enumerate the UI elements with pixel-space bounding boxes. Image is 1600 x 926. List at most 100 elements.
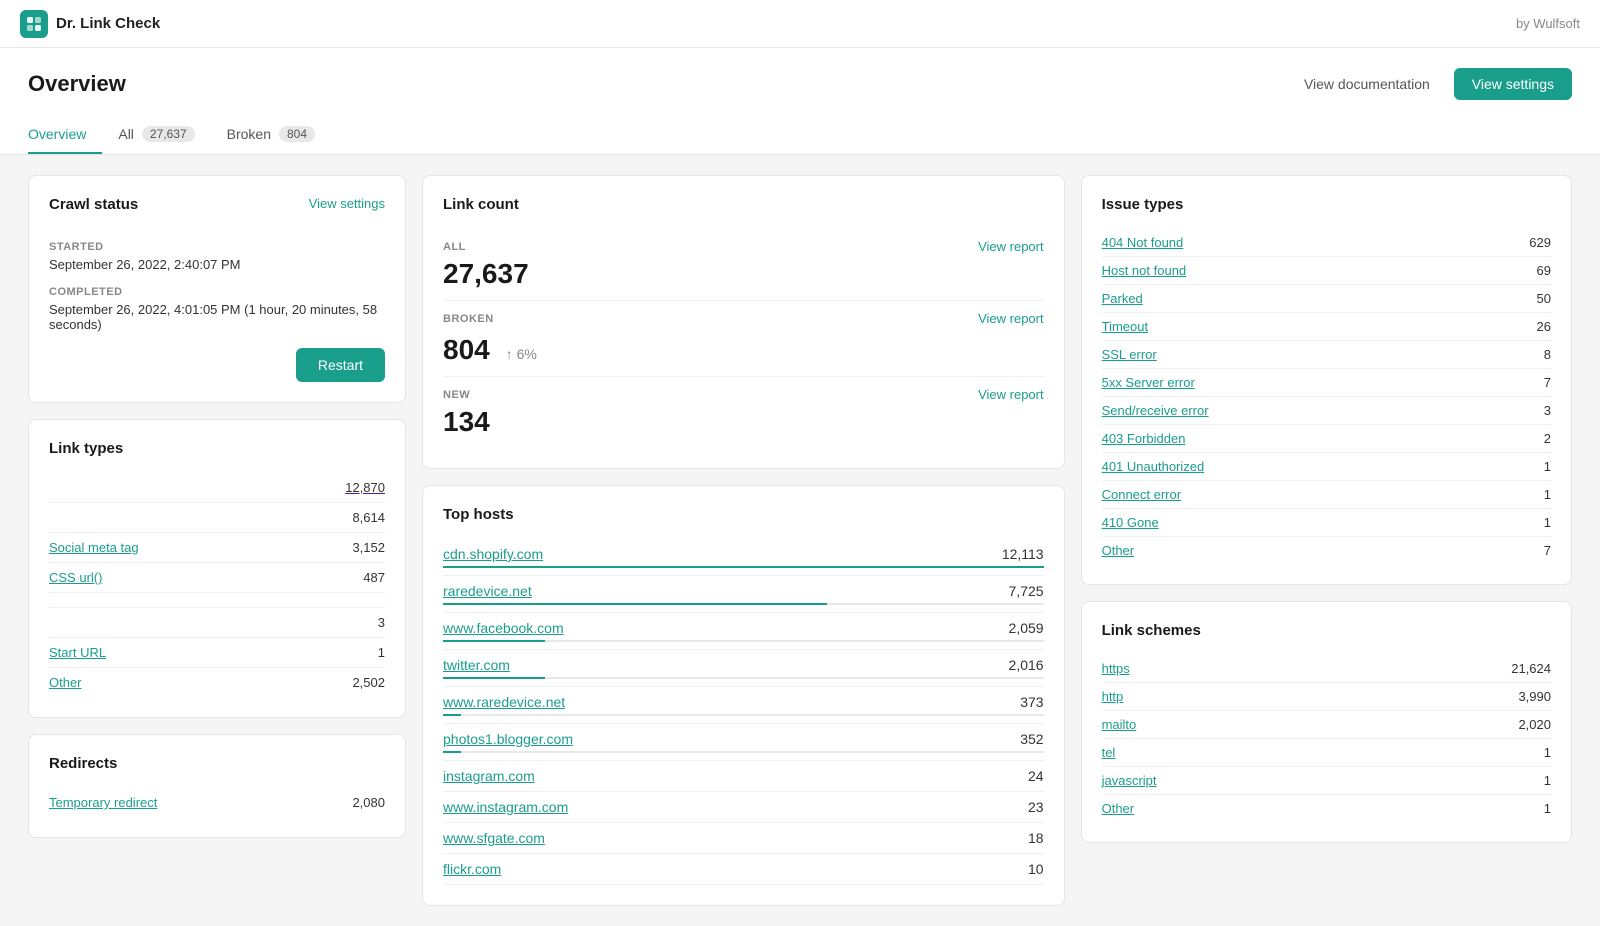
issue-types-card: Issue types 404 Not found 629 Host not f… bbox=[1081, 175, 1572, 585]
issue-item: 410 Gone 1 bbox=[1102, 509, 1551, 537]
tab-broken-badge: 804 bbox=[279, 126, 315, 142]
scheme-item: tel 1 bbox=[1102, 739, 1551, 767]
host-item: twitter.com 2,016 bbox=[443, 650, 1044, 687]
scheme-count: 1 bbox=[1544, 801, 1551, 816]
issue-count: 1 bbox=[1544, 459, 1551, 474]
host-item: photos1.blogger.com 352 bbox=[443, 724, 1044, 761]
link-types-card: Link types 12,870 8,614 Social meta tag … bbox=[28, 419, 406, 718]
app-by: by Wulfsoft bbox=[1516, 16, 1580, 31]
issue-item: Timeout 26 bbox=[1102, 313, 1551, 341]
link-type-item: Start URL 1 bbox=[49, 638, 385, 668]
issue-name[interactable]: 401 Unauthorized bbox=[1102, 459, 1205, 474]
host-name[interactable]: raredevice.net bbox=[443, 583, 532, 599]
issue-name[interactable]: Timeout bbox=[1102, 319, 1148, 334]
issue-item: 403 Forbidden 2 bbox=[1102, 425, 1551, 453]
issue-name[interactable]: Send/receive error bbox=[1102, 403, 1209, 418]
link-type-name[interactable]: Start URL bbox=[49, 645, 106, 660]
host-name[interactable]: instagram.com bbox=[443, 768, 535, 784]
issue-count: 69 bbox=[1537, 263, 1551, 278]
page-header: Overview View documentation View setting… bbox=[0, 48, 1600, 155]
all-value: 27,637 bbox=[443, 258, 1044, 290]
app-name: Dr. Link Check bbox=[56, 15, 160, 32]
host-name[interactable]: www.instagram.com bbox=[443, 799, 568, 815]
issue-count: 8 bbox=[1544, 347, 1551, 362]
issue-name[interactable]: 404 Not found bbox=[1102, 235, 1184, 250]
link-type-count: 487 bbox=[363, 570, 385, 585]
link-schemes-title: Link schemes bbox=[1102, 622, 1551, 639]
link-type-name[interactable]: CSS url() bbox=[49, 570, 102, 585]
scheme-name[interactable]: mailto bbox=[1102, 717, 1137, 732]
host-count: 12,113 bbox=[1002, 546, 1044, 562]
scheme-name[interactable]: javascript bbox=[1102, 773, 1157, 788]
link-type-item: 8,614 bbox=[49, 503, 385, 533]
top-hosts-title: Top hosts bbox=[443, 506, 1044, 523]
scheme-count: 2,020 bbox=[1518, 717, 1551, 732]
started-label: STARTED bbox=[49, 241, 385, 253]
broken-metric: BROKEN View report 804 ↑ 6% bbox=[443, 301, 1044, 377]
view-report-new[interactable]: View report bbox=[978, 387, 1044, 402]
tab-overview[interactable]: Overview bbox=[28, 116, 102, 154]
link-type-name[interactable]: Other bbox=[49, 675, 82, 690]
issue-count: 2 bbox=[1544, 431, 1551, 446]
issue-name[interactable]: Other bbox=[1102, 543, 1135, 558]
host-item: raredevice.net 7,725 bbox=[443, 576, 1044, 613]
issue-name[interactable]: Connect error bbox=[1102, 487, 1181, 502]
link-schemes-list: https 21,624 http 3,990 mailto 2,020 tel… bbox=[1102, 655, 1551, 822]
brand-area: Dr. Link Check bbox=[20, 10, 160, 38]
host-count: 373 bbox=[1020, 694, 1043, 710]
redirects-card: Redirects Temporary redirect 2,080 bbox=[28, 734, 406, 838]
logo-icon bbox=[20, 10, 48, 38]
host-name[interactable]: www.raredevice.net bbox=[443, 694, 565, 710]
issue-count: 26 bbox=[1537, 319, 1551, 334]
view-documentation-button[interactable]: View documentation bbox=[1292, 70, 1442, 98]
host-count: 24 bbox=[1028, 768, 1044, 784]
link-type-item: 3 bbox=[49, 608, 385, 638]
scheme-name[interactable]: http bbox=[1102, 689, 1124, 704]
host-name[interactable]: www.facebook.com bbox=[443, 620, 564, 636]
host-name[interactable]: flickr.com bbox=[443, 861, 501, 877]
view-report-broken[interactable]: View report bbox=[978, 311, 1044, 326]
issue-count: 1 bbox=[1544, 487, 1551, 502]
issue-name[interactable]: Host not found bbox=[1102, 263, 1187, 278]
issue-count: 3 bbox=[1544, 403, 1551, 418]
view-settings-button[interactable]: View settings bbox=[1454, 68, 1572, 100]
issue-item: Send/receive error 3 bbox=[1102, 397, 1551, 425]
tab-broken[interactable]: Broken 804 bbox=[227, 116, 331, 154]
link-type-count: 2,502 bbox=[352, 675, 385, 690]
host-name[interactable]: www.sfgate.com bbox=[443, 830, 545, 846]
scheme-name[interactable]: tel bbox=[1102, 745, 1116, 760]
link-type-count: 8,614 bbox=[352, 510, 385, 525]
completed-value: September 26, 2022, 4:01:05 PM (1 hour, … bbox=[49, 302, 385, 332]
issue-name[interactable]: SSL error bbox=[1102, 347, 1157, 362]
restart-button[interactable]: Restart bbox=[296, 348, 385, 382]
view-report-all[interactable]: View report bbox=[978, 239, 1044, 254]
issue-types-list: 404 Not found 629 Host not found 69 Park… bbox=[1102, 229, 1551, 564]
broken-change: ↑ 6% bbox=[506, 346, 537, 362]
host-item: www.facebook.com 2,059 bbox=[443, 613, 1044, 650]
view-settings-link[interactable]: View settings bbox=[309, 196, 385, 211]
scheme-count: 21,624 bbox=[1511, 661, 1551, 676]
issue-name[interactable]: 403 Forbidden bbox=[1102, 431, 1186, 446]
host-name[interactable]: cdn.shopify.com bbox=[443, 546, 543, 562]
host-name[interactable]: twitter.com bbox=[443, 657, 510, 673]
tab-all[interactable]: All 27,637 bbox=[118, 116, 210, 154]
new-label: NEW bbox=[443, 389, 470, 401]
issue-name[interactable]: 410 Gone bbox=[1102, 515, 1159, 530]
broken-value: 804 bbox=[443, 334, 490, 366]
link-types-list: 12,870 8,614 Social meta tag 3,152 CSS u… bbox=[49, 473, 385, 697]
scheme-name[interactable]: https bbox=[1102, 661, 1130, 676]
link-count-title: Link count bbox=[443, 196, 1044, 213]
link-type-name[interactable]: Social meta tag bbox=[49, 540, 139, 555]
issue-name[interactable]: Parked bbox=[1102, 291, 1143, 306]
host-item: flickr.com 10 bbox=[443, 854, 1044, 885]
host-name[interactable]: photos1.blogger.com bbox=[443, 731, 573, 747]
redirects-list: Temporary redirect 2,080 bbox=[49, 788, 385, 817]
scheme-item: http 3,990 bbox=[1102, 683, 1551, 711]
link-count-card: Link count ALL View report 27,637 BROKEN… bbox=[422, 175, 1065, 469]
issue-name[interactable]: 5xx Server error bbox=[1102, 375, 1195, 390]
redirect-name[interactable]: Temporary redirect bbox=[49, 795, 157, 810]
header-actions: View documentation View settings bbox=[1292, 68, 1572, 100]
right-column: Issue types 404 Not found 629 Host not f… bbox=[1081, 175, 1572, 906]
scheme-count: 3,990 bbox=[1518, 689, 1551, 704]
scheme-name[interactable]: Other bbox=[1102, 801, 1135, 816]
